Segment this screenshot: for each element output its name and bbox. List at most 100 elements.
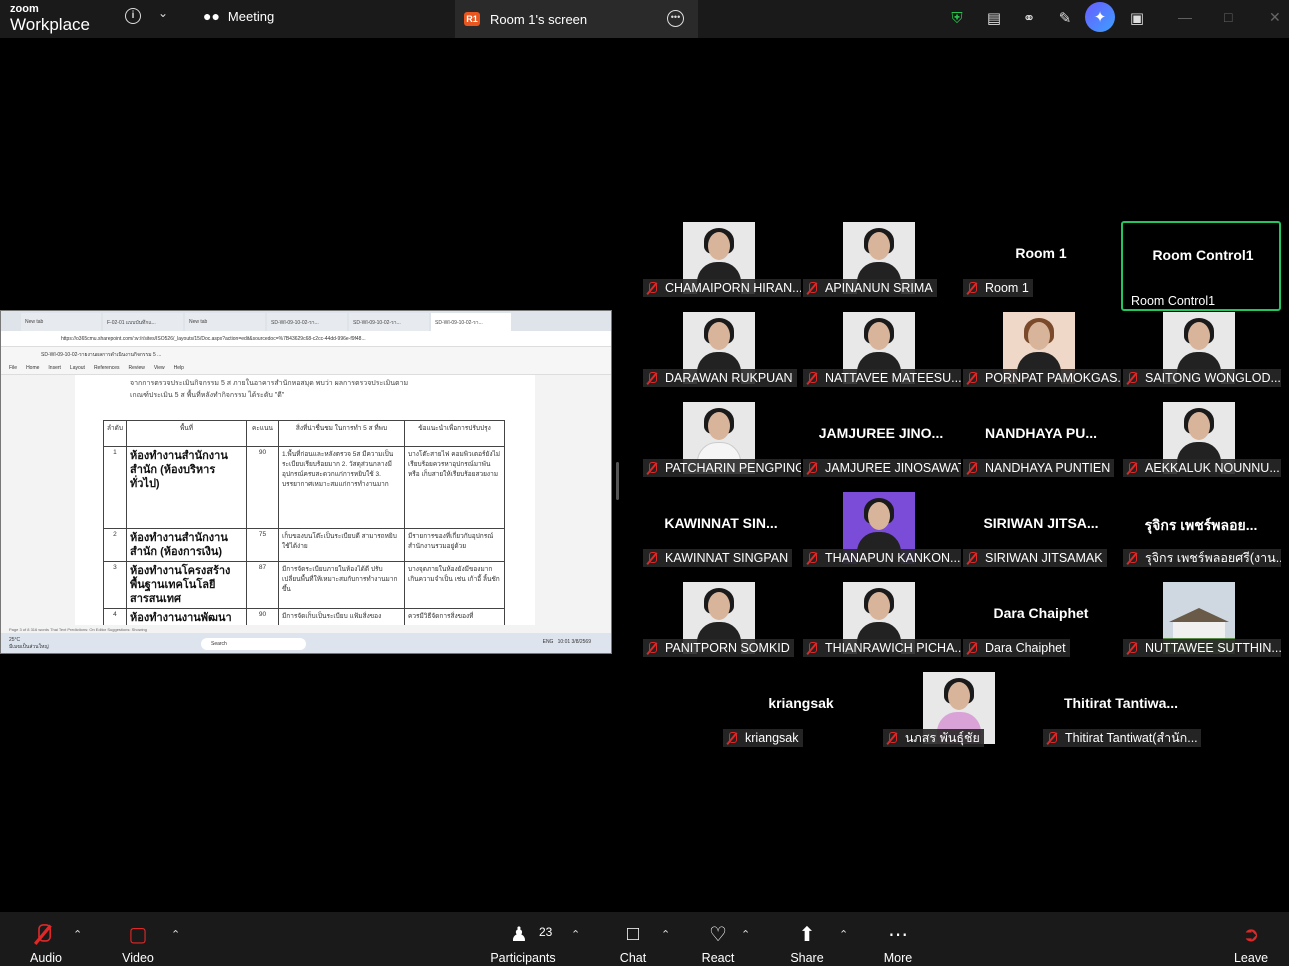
view-layout-icon[interactable]: ▣ [1126, 7, 1148, 29]
weather-widget[interactable]: 25°C มีเมฆเป็นส่วนใหญ่ [9, 637, 49, 651]
video-button[interactable]: ▢ Video [120, 920, 156, 966]
mic-muted-icon [646, 641, 658, 655]
header-area: พื้นที่ [125, 420, 247, 447]
mic-muted-icon [1126, 371, 1138, 385]
participant-tile[interactable]: SAITONG WONGLOD... [1121, 311, 1281, 401]
participant-tile[interactable]: PATCHARIN PENGPING [641, 401, 801, 491]
headphones-icon[interactable]: ⚭ [1018, 7, 1040, 29]
chat-options-caret[interactable]: ⌃ [661, 928, 670, 941]
participant-tile[interactable]: THANAPUN KANKON... [801, 491, 961, 581]
participant-name: รุจิกร เพชร์พลอยศรี(งาน... [1145, 551, 1281, 565]
maximize-icon[interactable]: □ [1224, 9, 1232, 25]
participant-tile[interactable]: DARAWAN RUKPUAN [641, 311, 801, 401]
cell-advice: มีรายการของที่เกี่ยวกับอุปกรณ์สำนักงานรว… [403, 528, 506, 562]
participant-tile[interactable]: CHAMAIPORN HIRAN... [641, 221, 801, 311]
participant-tile[interactable]: APINANUN SRIMA [801, 221, 961, 311]
participant-tile[interactable]: Dara Chaiphet Dara Chaiphet [961, 581, 1121, 671]
participant-tile[interactable]: รุจิกร เพชร์พลอย... รุจิกร เพชร์พลอยศรี(ง… [1121, 491, 1281, 581]
cell-no: 2 [103, 528, 127, 562]
participant-name-tag: DARAWAN RUKPUAN [643, 369, 797, 387]
shared-screen[interactable]: New tab F-02-01 แบบบันทึกแ... New tab SD-WI… [0, 310, 612, 654]
participant-tile[interactable]: AEKKALUK NOUNNU... [1121, 401, 1281, 491]
participant-name-tag: AEKKALUK NOUNNU... [1123, 459, 1281, 477]
browser-tab[interactable]: New tab [185, 313, 265, 331]
mic-muted-icon [1046, 731, 1058, 745]
browser-tab[interactable]: SD-WI-09-10-02-รา... [267, 313, 347, 331]
participant-tile[interactable]: KAWINNAT SIN... KAWINNAT SINGPAN [641, 491, 801, 581]
split-divider-handle[interactable] [616, 462, 619, 500]
notes-icon[interactable]: ▤ [983, 7, 1005, 29]
close-icon[interactable]: ✕ [1269, 9, 1281, 26]
mic-muted-icon [646, 551, 658, 565]
menu-item[interactable]: File [9, 365, 17, 371]
mic-muted-icon [886, 731, 898, 745]
more-options-icon[interactable]: ••• [667, 10, 684, 27]
mic-muted-icon [966, 281, 978, 295]
browser-tab[interactable]: New tab [21, 313, 101, 331]
menu-item[interactable]: Layout [70, 365, 85, 371]
share-button[interactable]: ⬆ Share [789, 920, 825, 966]
avatar-face [1028, 322, 1050, 350]
info-icon[interactable]: i [125, 8, 141, 24]
participant-name-tag: NATTAVEE MATEESU... [803, 369, 961, 387]
heart-icon: ♡ [709, 923, 727, 946]
participants-options-caret[interactable]: ⌃ [571, 928, 580, 941]
menu-item[interactable]: View [154, 365, 165, 371]
mic-muted-icon [966, 461, 978, 475]
menu-item[interactable]: Home [26, 365, 39, 371]
chevron-down-icon[interactable]: ⌄ [158, 6, 168, 20]
mic-muted-icon [966, 641, 978, 655]
participant-tile[interactable]: นภสร พันธุ์ชัย [881, 671, 1041, 761]
minimize-icon[interactable]: — [1178, 9, 1192, 25]
tab-shared-screen[interactable]: R1 Room 1's screen ••• [455, 0, 698, 38]
tab-meeting[interactable]: ●● Meeting [203, 8, 274, 24]
participant-tile[interactable]: Thitirat Tantiwa... Thitirat Tantiwat(สำน… [1041, 671, 1201, 761]
browser-tab[interactable]: F-02-01 แบบบันทึกแ... [103, 313, 183, 331]
browser-address-bar[interactable]: https://o365cmu.sharepoint.com/:w:/r/sit… [1, 331, 611, 347]
audio-button[interactable]: Audio [28, 920, 64, 965]
participant-name: Thitirat Tantiwat(สำนัก... [1065, 731, 1198, 745]
participant-tile[interactable]: Room Control1 Room Control1 [1121, 221, 1281, 311]
menu-item[interactable]: Review [129, 365, 145, 371]
participant-name: AEKKALUK NOUNNU... [1145, 461, 1280, 475]
chat-button[interactable]: □ Chat [615, 920, 651, 966]
participant-tile[interactable]: Room 1 Room 1 [961, 221, 1121, 311]
cell-area: ห้องทำงานสำนักงานสำนัก (ห้องการเงิน) [125, 528, 247, 562]
taskbar-tray: ENG 10:01 3/8/2569 [543, 639, 591, 645]
participant-tile[interactable]: NUTTAWEE SUTTHIN... [1121, 581, 1281, 671]
taskbar-search[interactable]: Search [201, 638, 306, 650]
browser-tab[interactable]: SD-WI-09-10-02-รา... [349, 313, 429, 331]
participant-name: Room 1 [985, 281, 1029, 295]
participant-tile[interactable]: kriangsak kriangsak [721, 671, 881, 761]
security-shield-icon[interactable]: ⛨ [946, 7, 968, 29]
browser-tab[interactable]: SD-WI-09-10-02-รา... [431, 313, 511, 331]
header-praise: สิ่งที่น่าชื่นชม ในการทำ 5 ส ที่พบ [277, 420, 405, 447]
video-options-caret[interactable]: ⌃ [171, 928, 180, 941]
leave-button[interactable]: ➲ Leave [1233, 920, 1269, 966]
whiteboard-pen-icon[interactable]: ✎ [1054, 7, 1076, 29]
participant-name-tag: Room 1 [963, 279, 1033, 297]
participant-name-tag: SIRIWAN JITSAMAK [963, 549, 1107, 567]
participant-tile[interactable]: THIANRAWICH PICHA... [801, 581, 961, 671]
audio-options-caret[interactable]: ⌃ [73, 928, 82, 941]
building-roof [1169, 608, 1229, 622]
participant-tile[interactable]: JAMJUREE JINO... JAMJUREE JINOSAWAT [801, 401, 961, 491]
video-label: Video [122, 951, 154, 965]
more-button[interactable]: ⋯ More [880, 920, 916, 966]
participant-tile[interactable]: PANITPORN SOMKID [641, 581, 801, 671]
cell-area: ห้องทำงานโครงสร้างพื้นฐานเทคโนโลยีสารสนเ… [125, 561, 247, 609]
menu-item[interactable]: References [94, 365, 120, 371]
share-options-caret[interactable]: ⌃ [839, 928, 848, 941]
menu-item[interactable]: Insert [48, 365, 61, 371]
react-options-caret[interactable]: ⌃ [741, 928, 750, 941]
participant-name: APINANUN SRIMA [825, 281, 933, 295]
participant-tile[interactable]: NATTAVEE MATEESU... [801, 311, 961, 401]
participant-tile[interactable]: SIRIWAN JITSA... SIRIWAN JITSAMAK [961, 491, 1121, 581]
participant-name: PANITPORN SOMKID [665, 641, 790, 655]
participant-tile[interactable]: NANDHAYA PU... NANDHAYA PUNTIEN [961, 401, 1121, 491]
menu-item[interactable]: Help [174, 365, 184, 371]
ai-companion-icon[interactable]: ✦ [1085, 2, 1115, 32]
react-button[interactable]: ♡ React [700, 920, 736, 966]
participant-tile[interactable]: PORNPAT PAMOKGAS... [961, 311, 1121, 401]
react-label: React [701, 951, 735, 965]
